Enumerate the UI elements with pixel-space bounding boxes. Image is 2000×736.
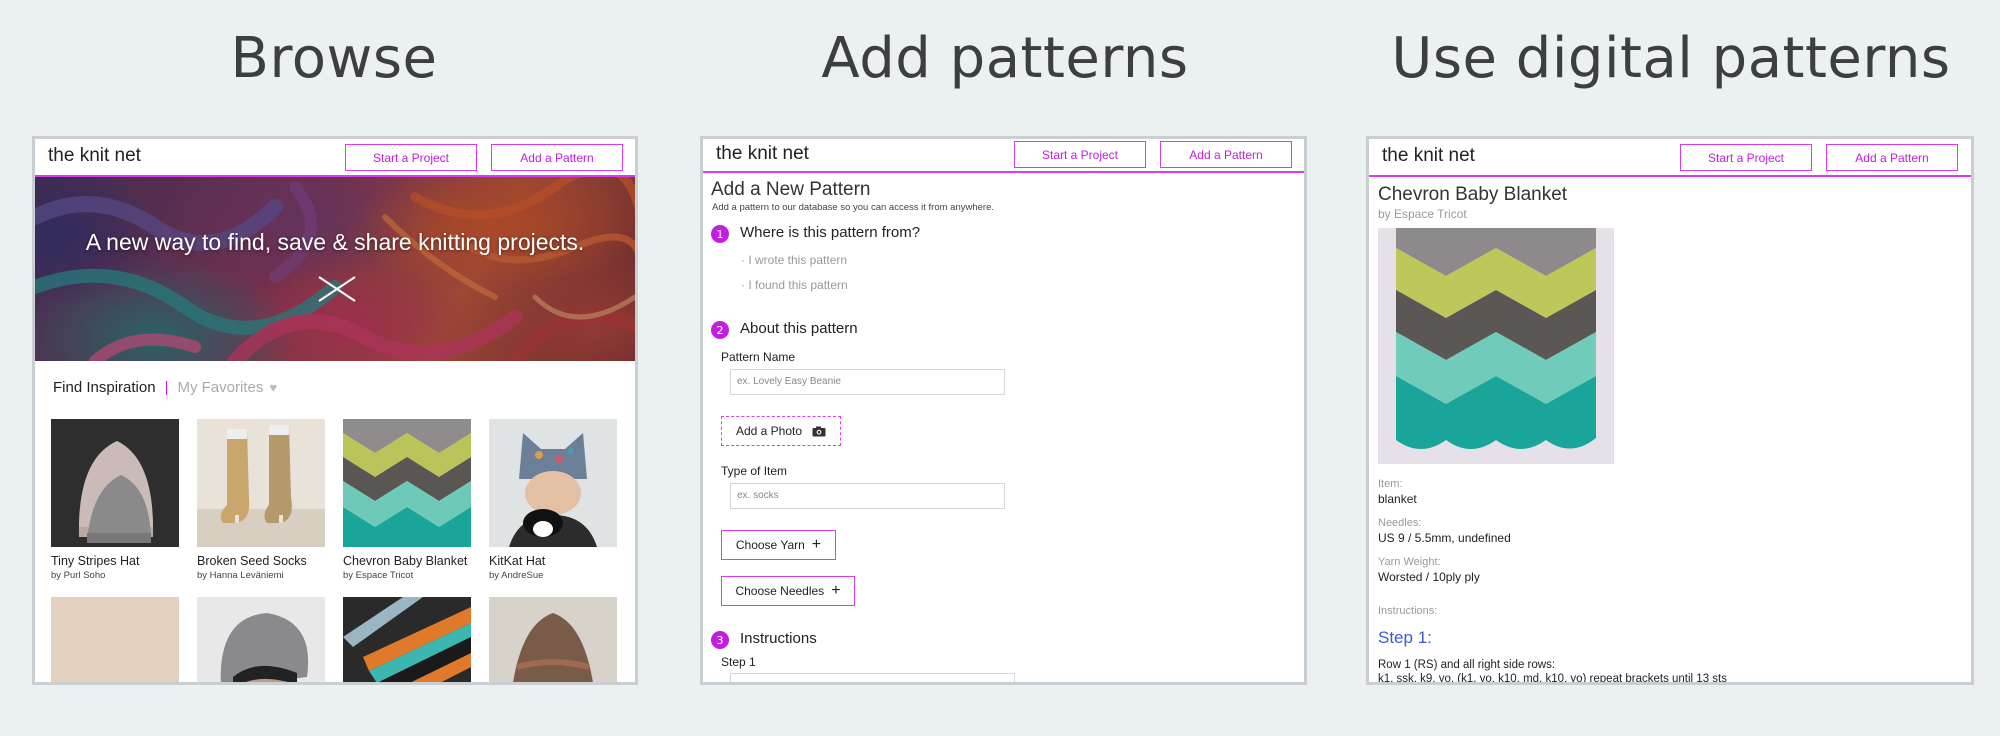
pattern-name-input[interactable]: ex. Lovely Easy Beanie — [730, 369, 1005, 395]
plus-icon: + — [811, 536, 822, 553]
card-title[interactable]: KitKat Hat — [489, 554, 617, 568]
top-nav: the knit net Start a Project Add a Patte… — [35, 139, 635, 177]
top-nav: the knit net Start a Project Add a Patte… — [703, 139, 1304, 173]
card-author: by Purl Soho — [51, 570, 106, 581]
tab-my-favorites[interactable]: My Favorites — [177, 379, 263, 396]
add-photo-label: Add a Photo — [735, 424, 803, 438]
tab-separator: | — [164, 379, 169, 396]
card-title[interactable]: Chevron Baby Blanket — [343, 554, 471, 568]
pattern-card[interactable]: Chevron Baby Blanket by Espace Tricot — [343, 419, 471, 581]
logo[interactable]: the knit net — [1382, 145, 1475, 167]
add-pattern-button[interactable]: Add a Pattern — [1160, 141, 1292, 168]
heart-icon: ♥ — [269, 380, 278, 395]
step-label: About this pattern — [740, 320, 858, 337]
hero-tagline: A new way to find, save & share knitting… — [85, 229, 585, 255]
pattern-card[interactable]: Tiny Stripes Hat by Purl Soho — [51, 419, 179, 581]
yarn-weight-value: Worsted / 10ply ply — [1378, 570, 1480, 584]
start-project-button[interactable]: Start a Project — [345, 144, 477, 171]
choose-yarn-button[interactable]: Choose Yarn + — [721, 530, 836, 560]
card-title[interactable]: Broken Seed Socks — [197, 554, 325, 568]
browse-tabs: Find Inspiration | My Favorites ♥ — [53, 379, 277, 396]
logo[interactable]: the knit net — [716, 143, 809, 165]
plus-icon: + — [831, 582, 841, 599]
socks-image — [197, 425, 325, 547]
option-found-pattern[interactable]: · I found this pattern — [741, 278, 848, 292]
pattern-thumbnail[interactable] — [343, 419, 471, 547]
option-wrote-pattern[interactable]: · I wrote this pattern — [741, 253, 847, 267]
tablet-cozy-image — [343, 597, 471, 682]
chevron-blanket-image — [343, 419, 471, 547]
instruction-line: Row 1 (RS) and all right side rows: — [1378, 659, 1556, 671]
step-number: 1 — [711, 225, 729, 243]
start-project-button[interactable]: Start a Project — [1014, 141, 1146, 168]
needles-label: Needles: — [1378, 517, 1422, 529]
pattern-thumbnail[interactable] — [197, 419, 325, 547]
hero-overlay — [35, 177, 635, 361]
step-1-label: Step 1 — [721, 655, 756, 669]
step-label: Where is this pattern from? — [740, 224, 921, 241]
pattern-photo — [1378, 228, 1614, 464]
section-title-browse: Browse — [230, 26, 438, 91]
tassel-hat-image — [513, 613, 593, 682]
pattern-card[interactable] — [343, 597, 471, 682]
card-author: by Espace Tricot — [343, 570, 414, 581]
pattern-card[interactable]: Broken Seed Socks by Hanna Leväniemi — [197, 419, 325, 581]
section-title-use-digital-patterns: Use digital patterns — [1391, 26, 1951, 91]
pattern-name-label: Pattern Name — [721, 350, 796, 364]
tab-find-inspiration[interactable]: Find Inspiration — [53, 379, 156, 396]
kitkat-hat-image — [509, 433, 597, 547]
page-subtitle: Add a pattern to our database so you can… — [712, 202, 994, 213]
step-number: 3 — [711, 631, 729, 649]
add-pattern-screen: the knit net Start a Project Add a Patte… — [700, 136, 1307, 685]
needles-value: US 9 / 5.5mm, undefined — [1378, 531, 1511, 545]
pattern-detail-screen: the knit net Start a Project Add a Patte… — [1366, 136, 1974, 685]
card-author: by AndreSue — [489, 570, 544, 581]
card-author: by Hanna Leväniemi — [197, 570, 284, 581]
step-label: Instructions — [740, 630, 817, 647]
hat-image — [78, 441, 154, 543]
pattern-title: Chevron Baby Blanket — [1378, 184, 1568, 205]
pattern-card[interactable] — [51, 597, 179, 682]
pattern-thumbnail[interactable] — [489, 597, 617, 682]
browse-screen: the knit net Start a Project Add a Patte… — [32, 136, 638, 685]
item-label: Item: — [1378, 478, 1403, 490]
logo[interactable]: the knit net — [48, 145, 141, 167]
pattern-thumbnail[interactable] — [197, 597, 325, 682]
item-value: blanket — [1378, 492, 1417, 506]
page-title: Add a New Pattern — [711, 179, 871, 200]
pattern-author[interactable]: by Espace Tricot — [1378, 207, 1467, 221]
pattern-card[interactable] — [197, 597, 325, 682]
step-heading: Step 1: — [1378, 628, 1432, 647]
pattern-thumbnail[interactable] — [343, 597, 471, 682]
card-title[interactable]: Tiny Stripes Hat — [51, 554, 179, 568]
slouchy-hat-image — [220, 613, 309, 682]
yarn-weight-label: Yarn Weight: — [1378, 556, 1441, 568]
add-pattern-button[interactable]: Add a Pattern — [1826, 144, 1958, 171]
pattern-thumbnail[interactable] — [489, 419, 617, 547]
hero-banner: A new way to find, save & share knitting… — [35, 177, 635, 361]
instruction-line: k1, ssk, k9, yo, (k1, yo, k10, md, k10, … — [1378, 673, 1727, 685]
start-project-button[interactable]: Start a Project — [1680, 144, 1812, 171]
type-of-item-input[interactable]: ex. socks — [730, 483, 1005, 509]
choose-needles-label: Choose Needles — [735, 584, 825, 598]
add-pattern-button[interactable]: Add a Pattern — [491, 144, 623, 171]
type-of-item-label: Type of Item — [721, 464, 788, 478]
choose-yarn-label: Choose Yarn — [735, 538, 805, 552]
instructions-label: Instructions: — [1378, 605, 1438, 617]
pattern-thumbnail[interactable] — [51, 597, 179, 682]
pattern-card[interactable]: KitKat Hat by AndreSue — [489, 419, 617, 581]
step-1-input[interactable] — [730, 673, 1015, 682]
step-number: 2 — [711, 321, 729, 339]
choose-needles-button[interactable]: Choose Needles + — [721, 576, 855, 606]
section-title-add-patterns: Add patterns — [821, 26, 1189, 91]
top-nav: the knit net Start a Project Add a Patte… — [1369, 139, 1971, 177]
pattern-thumbnail[interactable] — [51, 419, 179, 547]
knitting-needles-icon — [318, 276, 356, 302]
add-photo-button[interactable]: Add a Photo — [721, 416, 841, 446]
pattern-card[interactable] — [489, 597, 617, 682]
chevron-blanket-photo — [1378, 228, 1614, 464]
camera-icon — [812, 426, 826, 436]
